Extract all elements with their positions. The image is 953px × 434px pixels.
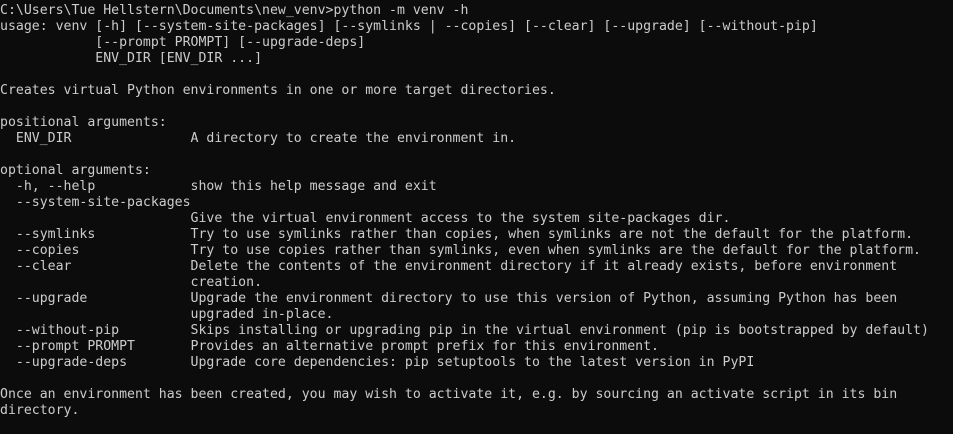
terminal-line-arg-desc: upgraded in-place. xyxy=(0,307,334,322)
terminal-line-arg: --without-pip Skips installing or upgrad… xyxy=(0,323,929,338)
terminal-line-description: Creates virtual Python environments in o… xyxy=(0,83,556,98)
terminal-line-command: C:\Users\Tue Hellstern\Documents\new_ven… xyxy=(0,3,469,18)
terminal-line-arg: -h, --help show this help message and ex… xyxy=(0,179,437,194)
terminal-line-usage-cont: ENV_DIR [ENV_DIR ...] xyxy=(0,51,263,66)
terminal-line-positional-header: positional arguments: xyxy=(0,115,167,130)
terminal-line-epilog: directory. xyxy=(0,403,80,418)
terminal-line-arg: --system-site-packages xyxy=(0,195,191,210)
terminal-line-arg-desc: Give the virtual environment access to t… xyxy=(0,211,731,226)
terminal-line-optional-header: optional arguments: xyxy=(0,163,151,178)
terminal-window[interactable]: C:\Users\Tue Hellstern\Documents\new_ven… xyxy=(0,0,953,434)
terminal-line-arg: --upgrade Upgrade the environment direct… xyxy=(0,291,898,306)
terminal-line-arg-desc: creation. xyxy=(0,275,263,290)
terminal-line-arg: --copies Try to use copies rather than s… xyxy=(0,243,921,258)
terminal-line-arg: --upgrade-deps Upgrade core dependencies… xyxy=(0,355,755,370)
terminal-line-usage: usage: venv [-h] [--system-site-packages… xyxy=(0,19,818,34)
terminal-line-arg: --prompt PROMPT Provides an alternative … xyxy=(0,339,659,354)
terminal-line-usage-cont: [--prompt PROMPT] [--upgrade-deps] xyxy=(0,35,366,50)
terminal-line-epilog: Once an environment has been created, yo… xyxy=(0,387,898,402)
terminal-line-arg: --symlinks Try to use symlinks rather th… xyxy=(0,227,914,242)
terminal-line-arg: ENV_DIR A directory to create the enviro… xyxy=(0,131,517,146)
terminal-line-arg: --clear Delete the contents of the envir… xyxy=(0,259,898,274)
